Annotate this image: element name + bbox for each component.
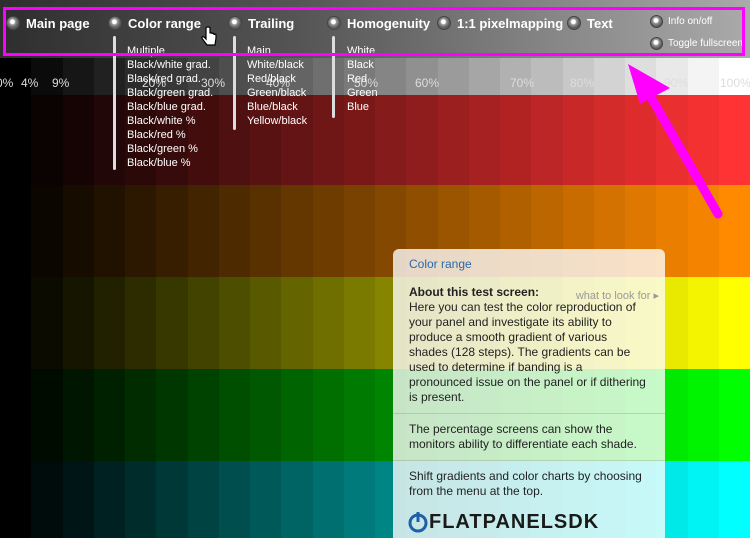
what-to-look-for-link[interactable]: what to look for ▸	[576, 289, 659, 304]
what-to-look-for-label: what to look for	[575, 290, 651, 302]
panel-divider	[393, 460, 665, 461]
panel-title: Color range	[409, 257, 472, 271]
logo-text: FLATPANELSDK	[429, 512, 599, 532]
flatpanels-logo: FLATPANELSDK	[407, 511, 599, 533]
info-panel: Color range About this test screen: what…	[393, 249, 665, 538]
panel-paragraph-1: Here you can test the color reproduction…	[409, 300, 646, 404]
logo-main: FLATPANELS	[429, 510, 569, 533]
power-icon	[408, 512, 428, 533]
panel-paragraph-3: Shift gradients and color charts by choo…	[409, 469, 642, 498]
panel-paragraph-2: The percentage screens can show the moni…	[409, 422, 637, 451]
logo-suffix: DK	[568, 510, 600, 533]
hand-cursor-icon	[201, 26, 217, 46]
chevron-right-icon: ▸	[653, 290, 659, 302]
panel-divider	[393, 413, 665, 414]
